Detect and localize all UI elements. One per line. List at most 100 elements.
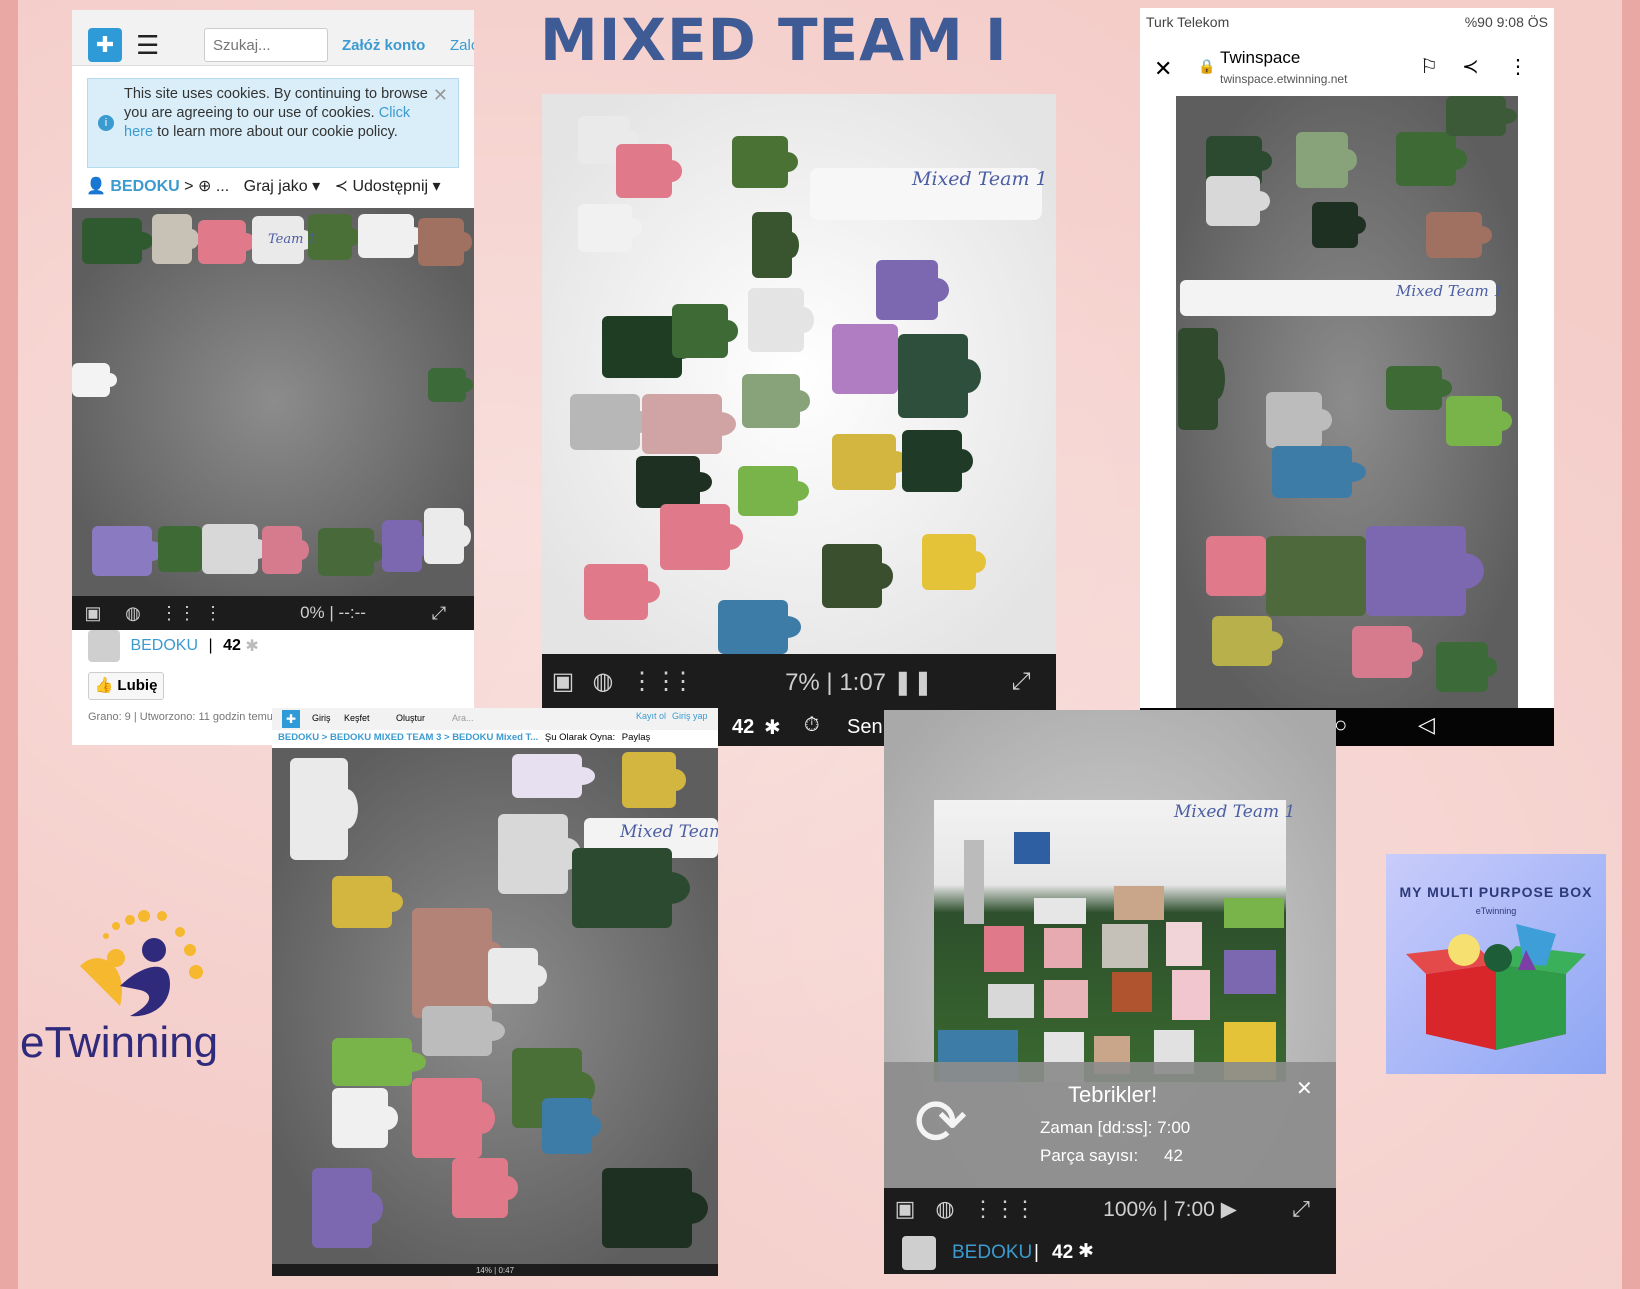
ghost-icon[interactable]: ◍: [590, 670, 616, 694]
close-icon[interactable]: ✕: [1154, 56, 1172, 82]
puzzle-piece-icon: ✱: [245, 638, 259, 655]
nav-explore[interactable]: Keşfet: [344, 713, 370, 723]
breadcrumb-user[interactable]: BEDOKU: [110, 178, 179, 195]
close-icon[interactable]: ✕: [1296, 1076, 1313, 1101]
lock-icon: 🔒: [1198, 58, 1216, 74]
piece-count: 42: [223, 637, 241, 654]
more-icon[interactable]: ⋮: [1012, 1198, 1038, 1220]
play-as-dropdown[interactable]: Şu Olarak Oyna:: [545, 732, 615, 743]
puzzle-logo-icon[interactable]: ✚: [282, 710, 300, 728]
fullscreen-icon[interactable]: ⤢: [1288, 1198, 1314, 1220]
share-dropdown[interactable]: ≺ Udostępnij ▾: [335, 178, 441, 195]
page-title: Twinspace: [1220, 48, 1301, 67]
puzzle-logo-icon[interactable]: ✚: [88, 28, 122, 62]
progress-text: 0% | --:--: [300, 603, 366, 622]
author-link[interactable]: BEDOKU: [130, 637, 198, 654]
image-icon[interactable]: ▣: [892, 1198, 918, 1220]
etwinning-figures-icon: [80, 910, 203, 1017]
user-icon: 👤: [86, 178, 106, 195]
grid-icon[interactable]: ⋮⋮: [630, 670, 678, 694]
screenshot-puzzle-complete: Mixed Team 1 ⟳ Tebrikler! Zaman [dd:ss]:…: [884, 710, 1336, 1274]
nav-create[interactable]: Oluştur: [396, 713, 425, 723]
pieces-label: Parça sayısı:: [1040, 1146, 1139, 1165]
fullscreen-icon[interactable]: ⤢: [1008, 670, 1034, 694]
search-input[interactable]: [204, 28, 328, 62]
share-dropdown[interactable]: Paylaş: [622, 732, 651, 743]
piece-count: 42: [1052, 1242, 1074, 1263]
browser-bar: ✕ 🔒 Twinspace twinspace.etwinning.net ⚐ …: [1140, 38, 1554, 98]
author-link[interactable]: BEDOKU: [952, 1242, 1032, 1264]
ghost-icon[interactable]: ◍: [932, 1198, 958, 1220]
screenshot-jigsaw-turkish: ✚ Giriş Keşfet Oluştur Ara... Kayıt ol G…: [272, 708, 718, 1276]
puzzle-watermark: Mixed Team 1: [912, 168, 1048, 190]
puzzle-board[interactable]: Team 1: [72, 208, 474, 596]
congrats-title: Tebrikler!: [1068, 1082, 1158, 1107]
author-row: BEDOKU | 42 ✱: [884, 1230, 1336, 1274]
puzzle-toolbar: ▣ ◍ ⋮⋮ ⋮ 100% | 7:00 ▶ ⤢: [884, 1188, 1336, 1230]
puzzle-watermark: Mixed Team: [620, 822, 718, 842]
image-icon[interactable]: ▣: [550, 670, 576, 694]
pieces-value: 42: [1164, 1146, 1183, 1165]
gift-box-icon: [1406, 924, 1586, 1050]
progress-text: 14% | 0:47: [475, 1265, 515, 1275]
url-text[interactable]: twinspace.etwinning.net: [1220, 72, 1347, 86]
breadcrumb-separator: >: [184, 178, 194, 195]
puzzle-watermark: Mixed Team 1: [1396, 282, 1504, 300]
site-header: ✚ Giriş Keşfet Oluştur Ara... Kayıt ol G…: [272, 708, 718, 730]
image-icon[interactable]: ▣: [80, 602, 106, 624]
bookmark-icon[interactable]: ⚐: [1420, 54, 1438, 79]
create-account-link[interactable]: Załóż konto: [342, 37, 425, 54]
completed-puzzle-image: Mixed Team 1: [934, 800, 1295, 1082]
grid-icon[interactable]: ⋮⋮: [972, 1198, 1016, 1220]
carrier-text: Turk Telekom: [1146, 14, 1230, 30]
etwinning-wordmark: eTwinning: [20, 1018, 219, 1067]
puzzle-piece-icon: ✱: [1078, 1241, 1094, 1262]
more-icon[interactable]: ⋮: [200, 602, 226, 624]
page-title: MIXED TEAM I: [540, 6, 1008, 74]
share-icon[interactable]: ≺: [1462, 54, 1479, 79]
puzzle-toolbar: ▣ ◍ ⋮⋮ ⋮ 7% | 1:07 ❚❚ ⤢: [542, 654, 1056, 710]
puzzle-board[interactable]: Mixed Team 1: [1176, 96, 1518, 708]
sen-label: Sen: [847, 716, 883, 738]
info-icon: i: [98, 115, 114, 131]
play-icon: ▶: [1220, 1197, 1237, 1221]
ghost-icon[interactable]: ◍: [120, 602, 146, 624]
screenshot-phone-twinspace: Turk Telekom %90 9:08 ÖS ✕ 🔒 Twinspace t…: [1140, 8, 1554, 746]
login-link[interactable]: Giriş yap: [672, 711, 708, 721]
status-right: %90 9:08 ÖS: [1464, 14, 1548, 30]
breadcrumb-more[interactable]: ...: [216, 178, 229, 195]
status-bar: Turk Telekom %90 9:08 ÖS: [1140, 8, 1554, 36]
stats-text: Grano: 9 | Utworzono: 11 godzin temu: [88, 711, 273, 723]
play-as-dropdown[interactable]: Graj jako ▾: [244, 178, 321, 195]
piece-count: 42: [732, 716, 755, 738]
cookie-text-2: to learn more about our cookie policy.: [157, 124, 398, 140]
globe-icon: ⊕: [197, 178, 212, 195]
progress-text: 100% | 7:00 ▶: [1103, 1197, 1237, 1221]
screenshot-jigsaw-polish: ✚ ☰ Załóż konto Zaloguj i This site uses…: [72, 10, 474, 745]
puzzle-watermark: Team 1: [268, 232, 316, 247]
author-row: BEDOKU | 42 ✱: [88, 630, 458, 666]
login-link[interactable]: Zaloguj: [450, 37, 474, 54]
menu-icon[interactable]: ☰: [136, 32, 164, 58]
time-label: Zaman [dd:ss]: 7:00: [1040, 1118, 1191, 1137]
progress-text: 7% | 1:07 ❚❚: [785, 668, 933, 696]
more-icon[interactable]: ⋮: [1508, 54, 1528, 79]
congrats-panel: ⟳ Tebrikler! Zaman [dd:ss]: 7:00 Parça s…: [884, 1062, 1336, 1188]
like-button[interactable]: 👍 Lubię: [88, 672, 164, 700]
fullscreen-icon[interactable]: ⤢: [426, 602, 452, 624]
search-input[interactable]: Ara...: [452, 713, 474, 723]
back-button[interactable]: ◁: [1418, 712, 1435, 738]
multipurpose-box-logo: MY MULTI PURPOSE BOX eTwinning: [1386, 854, 1606, 1074]
close-icon[interactable]: ✕: [433, 85, 448, 106]
site-header: ✚ ☰ Załóż konto Zaloguj: [72, 10, 474, 66]
breadcrumb: BEDOKU > BEDOKU MIXED TEAM 3 > BEDOKU Mi…: [278, 732, 651, 743]
register-link[interactable]: Kayıt ol: [636, 711, 666, 721]
screenshot-puzzle-board-white[interactable]: Mixed Team 1: [542, 94, 1056, 654]
restart-icon[interactable]: ⟳: [914, 1090, 968, 1154]
grid-icon[interactable]: ⋮⋮: [160, 602, 196, 624]
puzzle-toolbar: 14% | 0:47: [272, 1264, 718, 1276]
timer-icon: ⏱: [804, 714, 820, 736]
puzzle-board[interactable]: Mixed Team: [272, 748, 718, 1264]
nav-login[interactable]: Giriş: [312, 713, 331, 723]
more-icon[interactable]: ⋮: [670, 670, 696, 694]
